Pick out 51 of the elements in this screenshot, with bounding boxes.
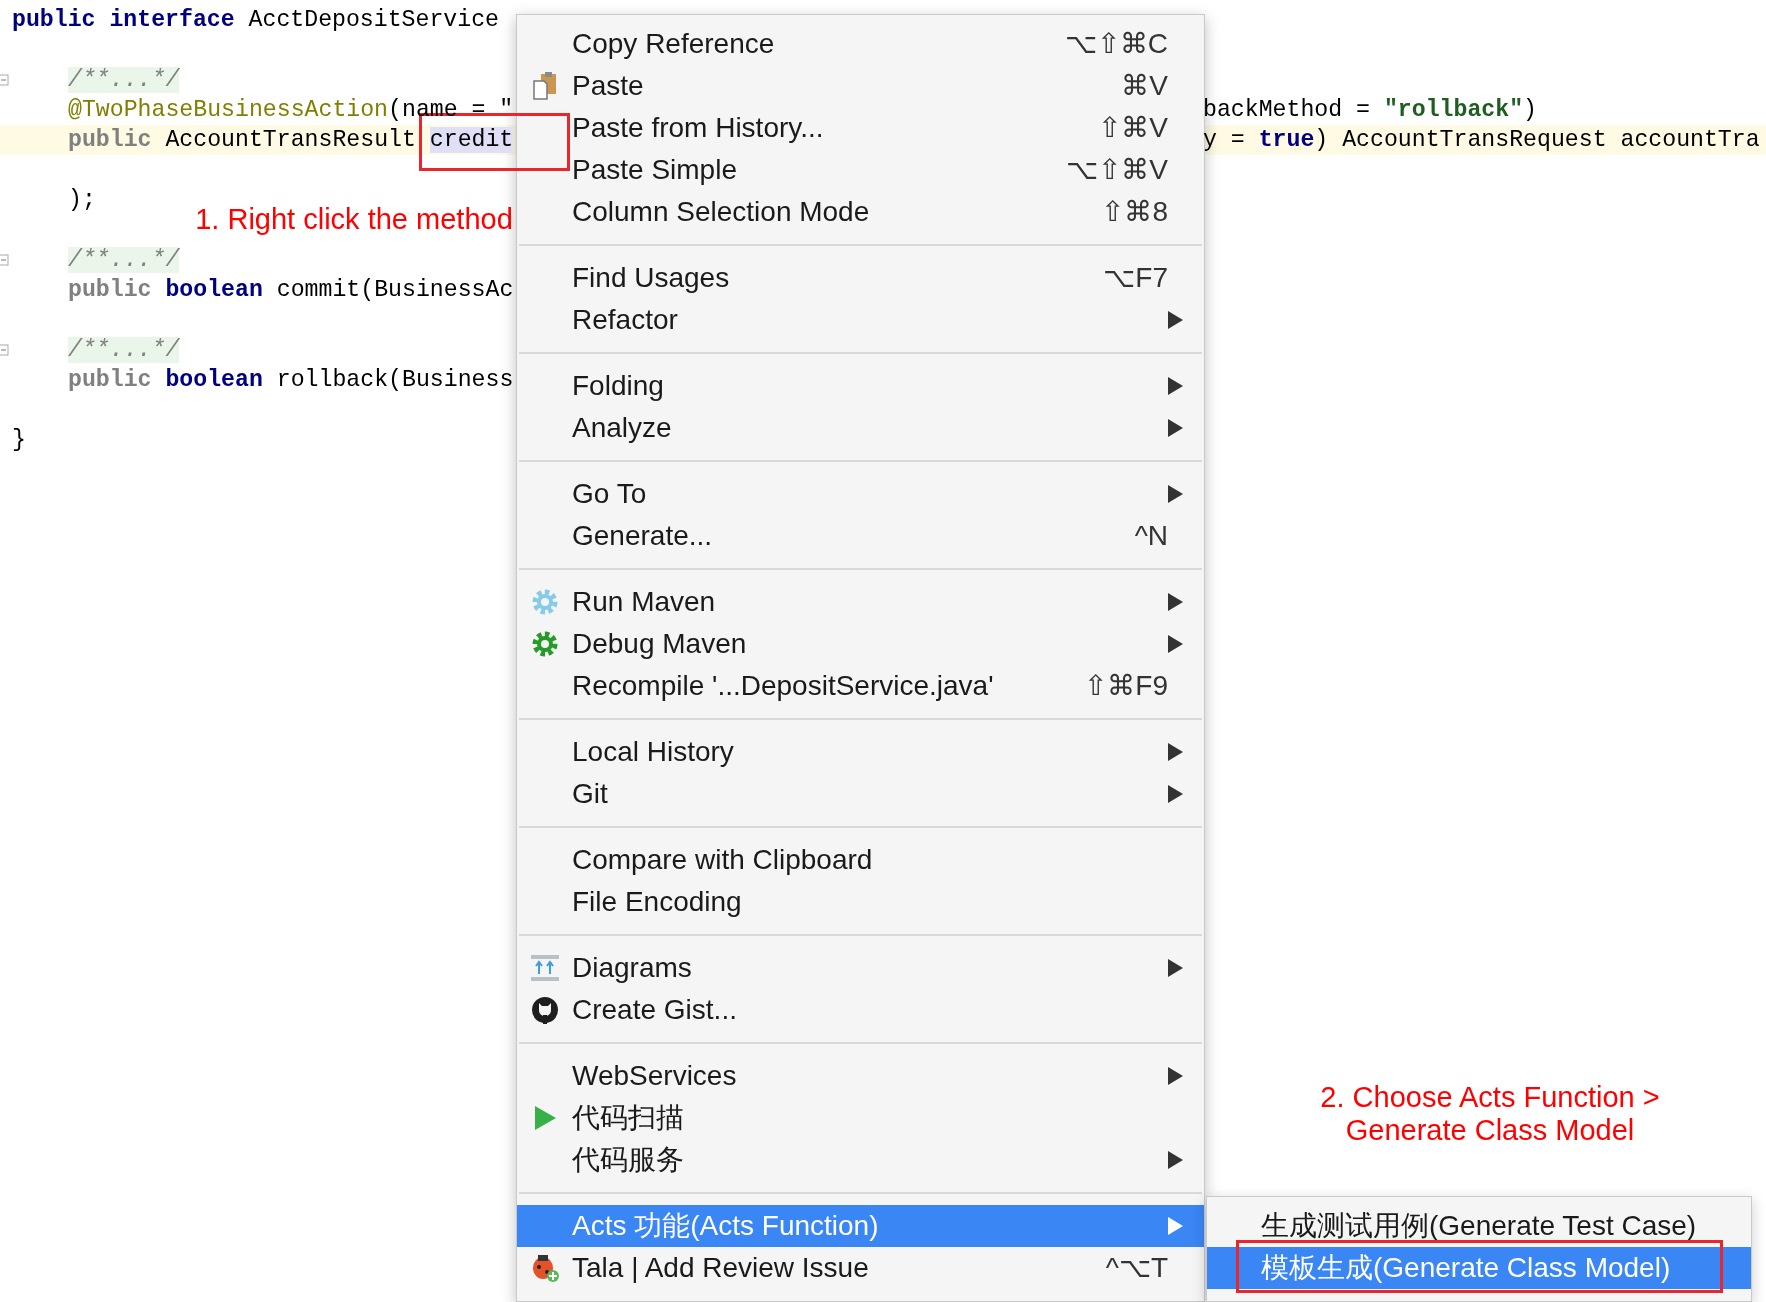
- gear-icon: [530, 588, 559, 616]
- annotation-text: 1. Right click the method: [194, 203, 514, 236]
- menu-item[interactable]: 代码服务: [517, 1139, 1204, 1181]
- menu-item[interactable]: Diagrams: [517, 947, 1204, 989]
- code-text: }: [12, 427, 26, 453]
- code-text: y = true) AccountTransRequest accountTra: [1203, 127, 1760, 153]
- annotation-text: Generate Class Model: [1344, 1114, 1636, 1147]
- fold-icon[interactable]: [0, 343, 9, 357]
- menu-item[interactable]: Recompile '...DepositService.java' ⇧⌘F9: [517, 665, 1204, 707]
- code-text: backMethod = "rollback"): [1203, 97, 1537, 123]
- menu-item[interactable]: 模板生成(Generate Class Model): [1207, 1247, 1751, 1289]
- fold-icon[interactable]: [0, 73, 9, 87]
- menu-item[interactable]: Debug Maven: [517, 623, 1204, 665]
- menu-item[interactable]: WebServices: [517, 1055, 1204, 1097]
- menu-item[interactable]: File Encoding: [517, 881, 1204, 923]
- menu-item[interactable]: Go To: [517, 473, 1204, 515]
- play-icon: [532, 1105, 557, 1131]
- clipboard-icon: [531, 72, 558, 100]
- menu-item[interactable]: Create Gist...: [517, 989, 1204, 1031]
- menu-item[interactable]: Compare with Clipboard: [517, 839, 1204, 881]
- gear-icon: [530, 630, 559, 658]
- menu-item[interactable]: Find Usages ⌥F7: [517, 257, 1204, 299]
- menu-item[interactable]: Run Maven: [517, 581, 1204, 623]
- code-text: public interface AcctDepositService: [12, 7, 500, 33]
- menu-item[interactable]: Git: [517, 773, 1204, 815]
- code-text: public AccountTransResult credit: [68, 127, 514, 153]
- code-text: public boolean commit(BusinessAc: [68, 277, 514, 303]
- code-text: /**...*/: [68, 247, 180, 273]
- code-text: );: [68, 187, 96, 213]
- menu-item[interactable]: Tala | Add Review Issue ^⌥T: [517, 1247, 1204, 1289]
- menu-item[interactable]: Analyze: [517, 407, 1204, 449]
- diagram-icon: [530, 955, 559, 981]
- menu-item[interactable]: Paste ⌘V: [517, 65, 1204, 107]
- menu-item[interactable]: Local History: [517, 731, 1204, 773]
- menu-item[interactable]: Copy Reference ⌥⇧⌘C: [517, 23, 1204, 65]
- menu-item[interactable]: Acts 功能(Acts Function): [517, 1205, 1204, 1247]
- menu-item[interactable]: Paste from History... ⇧⌘V: [517, 107, 1204, 149]
- annotation-text: 2. Choose Acts Function >: [1319, 1081, 1661, 1114]
- menu-item[interactable]: 生成测试用例(Generate Test Case): [1207, 1205, 1751, 1247]
- code-text: /**...*/: [68, 337, 180, 363]
- code-text: /**...*/: [68, 67, 180, 93]
- menu-item[interactable]: Column Selection Mode ⇧⌘8: [517, 191, 1204, 233]
- menu-item[interactable]: Paste Simple ⌥⇧⌘V: [517, 149, 1204, 191]
- cat-icon: [530, 996, 559, 1024]
- menu-item[interactable]: Generate... ^N: [517, 515, 1204, 557]
- fold-icon[interactable]: [0, 253, 9, 267]
- code-text: @TwoPhaseBusinessAction(name = ": [68, 97, 514, 123]
- menu-item[interactable]: Refactor: [517, 299, 1204, 341]
- code-text: public boolean rollback(Business: [68, 367, 514, 393]
- menu-item[interactable]: 代码扫描: [517, 1097, 1204, 1139]
- menu-item[interactable]: Folding: [517, 365, 1204, 407]
